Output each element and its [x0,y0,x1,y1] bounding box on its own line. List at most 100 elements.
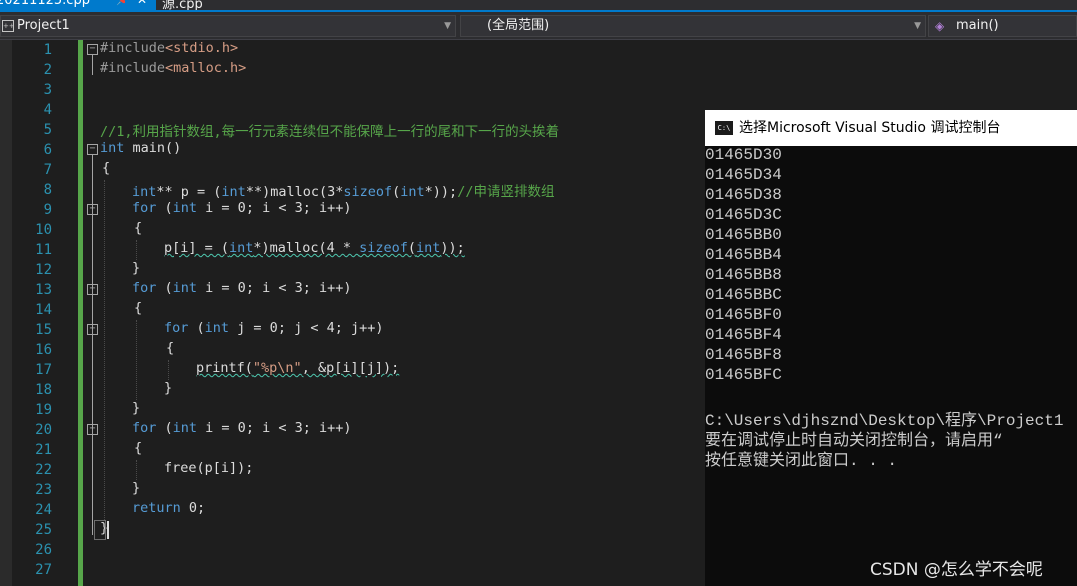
line-number: 8 [43,182,52,198]
code-text: *)); [424,184,458,200]
keyword: return [132,500,181,516]
code-line: printf("%p\n", &p[i][j]); [196,360,399,380]
code-text: ( [407,240,417,256]
code-text: j = 0; j < 4; j++) [229,320,384,336]
project-icon: ++ [2,20,15,32]
console-path-line: C:\Users\djhsznd\Desktop\程序\Project1 [705,412,1064,430]
document-tab-strip: 20211125.cpp 📌 ✕ 源.cpp [0,0,1077,10]
line-number: 13 [35,282,52,298]
code-line: { [102,160,111,176]
code-comment: //申请竖排数组 [457,184,555,200]
code-line: for (int i = 0; i < 3; i++) [132,280,351,300]
line-number: 5 [43,122,52,138]
include-header: <malloc.h> [165,60,247,76]
code-line: #include<stdio.h> [100,40,238,60]
code-comment: //1,利用指针数组,每一行元素连续但不能保障上一行的尾和下一行的头挨着 [100,124,560,140]
pin-icon[interactable]: 📌 [116,0,130,6]
keyword: int [172,420,198,436]
text-caret [107,521,109,539]
code-line: int main() [100,140,181,160]
chevron-down-icon: ▼ [444,21,451,31]
code-text: p[i] = ( [164,240,230,256]
preprocessor-directive: #include [100,40,166,56]
console-line: 01465D3C [705,206,782,224]
line-number: 23 [35,482,52,498]
code-line: return 0; [132,500,205,520]
line-number: 16 [35,342,52,358]
tab-source-cpp[interactable]: 源.cpp [158,0,228,10]
code-text: printf( [196,360,253,376]
console-line: 01465BF0 [705,306,782,324]
keyword: int [229,240,254,256]
indent-guide [136,240,137,260]
collapse-icon[interactable]: − [87,44,98,55]
project-dropdown[interactable]: ++ Project1 ▼ [0,15,456,37]
collapse-icon[interactable]: − [87,424,98,435]
code-text: ( [188,320,205,336]
code-line: { [166,340,175,356]
collapse-icon[interactable]: − [87,144,98,155]
keyword: int [172,280,198,296]
code-line: for (int i = 0; i < 3; i++) [132,200,351,220]
keyword: int [221,184,246,200]
console-hint-line: 要在调试停止时自动关闭控制台，请启用“ [705,432,1003,450]
close-icon[interactable]: ✕ [137,0,147,7]
collapse-icon[interactable]: − [87,204,98,215]
line-number: 18 [35,382,52,398]
console-title: 选择Microsoft Visual Studio 调试控制台 [739,120,1001,136]
include-header: <stdio.h> [165,40,239,56]
code-line: { [134,300,143,316]
code-text: ( [156,420,173,436]
code-line: { [134,220,143,236]
code-line: } [132,400,141,416]
line-number: 19 [35,402,52,418]
line-number: 1 [43,42,52,58]
code-text: ( [156,280,173,296]
chevron-down-icon: ▼ [914,21,921,31]
indent-guide [136,460,137,480]
keyword: int [172,200,198,216]
keyword: for [132,420,157,436]
code-text: ( [156,200,173,216]
console-output[interactable]: 01465D30 01465D34 01465D38 01465D3C 0146… [705,146,1077,586]
collapse-icon[interactable]: − [87,284,98,295]
project-label: Project1 [17,18,70,33]
code-line: int** p = (int**)malloc(3*sizeof(int*));… [132,180,554,200]
console-line: 01465BFC [705,366,782,384]
line-number: 7 [43,162,52,178]
collapse-icon[interactable]: − [87,324,98,335]
console-line: 01465BF4 [705,326,782,344]
line-number: 6 [43,142,52,158]
member-dropdown[interactable]: ◈ main() [928,15,1077,37]
line-number: 2 [43,62,52,78]
indent-guide [104,180,105,520]
member-label: main() [956,18,999,33]
code-text: **)malloc(3* [245,184,344,200]
code-text: i = 0; i < 3; i++) [197,200,352,216]
line-number: 10 [35,222,52,238]
code-line: for (int j = 0; j < 4; j++) [164,320,383,340]
code-text: ** p = ( [156,184,222,200]
code-line: for (int i = 0; i < 3; i++) [132,420,351,440]
warning-squiggle[interactable]: printf("%p\n", &p[i][j]); [196,360,399,376]
console-icon: C:\ [715,121,733,135]
code-text: , &p[i][j]); [301,360,400,376]
code-text: i = 0; i < 3; i++) [197,420,352,436]
console-line: 01465D30 [705,146,782,164]
indent-guide [168,360,169,380]
code-text: *)malloc(4 * [253,240,360,256]
debug-console-window[interactable]: C:\ 选择Microsoft Visual Studio 调试控制台 0146… [705,110,1077,586]
tab-20211125-cpp[interactable]: 20211125.cpp 📌 ✕ [0,0,156,10]
warning-squiggle[interactable]: p[i] = (int*)malloc(4 * sizeof(int)); [164,240,465,256]
tab-label: 源.cpp [162,0,203,10]
line-number: 20 [35,422,52,438]
selection-margin [0,40,12,586]
console-line: 01465BB0 [705,226,782,244]
code-line: #include<malloc.h> [100,60,246,80]
indent-guide [136,320,137,400]
preprocessor-directive: #include [100,60,166,76]
line-number: 17 [35,362,52,378]
scope-dropdown[interactable]: (全局范围) ▼ [460,15,926,37]
console-title-bar[interactable]: C:\ 选择Microsoft Visual Studio 调试控制台 [705,110,1077,146]
line-number: 14 [35,302,52,318]
